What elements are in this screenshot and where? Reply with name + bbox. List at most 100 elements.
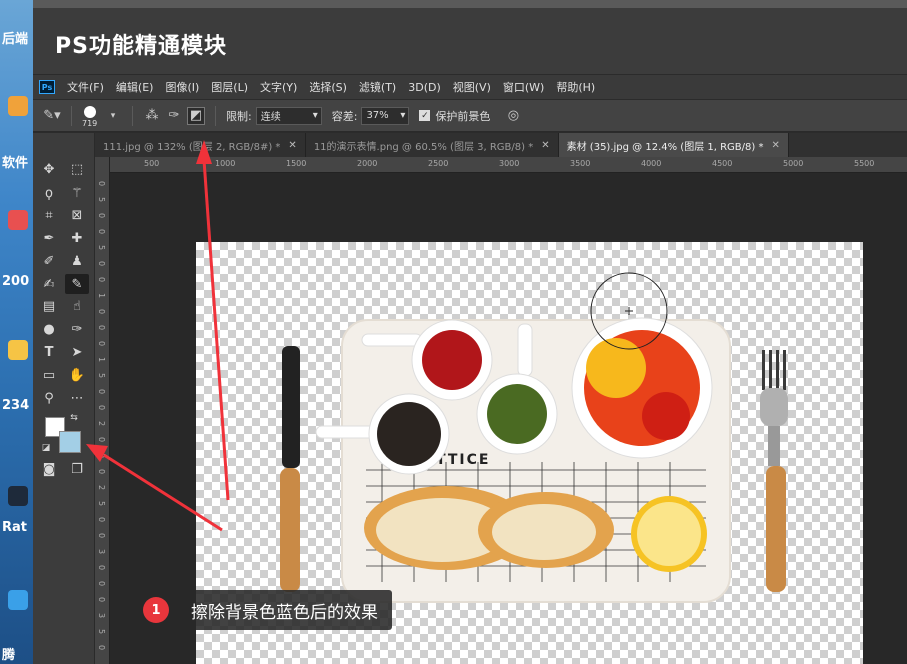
marquee-tool-icon[interactable]: ⬚ xyxy=(65,159,89,179)
annotation-text: 擦除背景色蓝色后的效果 xyxy=(177,590,392,630)
clone-stamp-tool-icon[interactable]: ♟ xyxy=(65,251,89,271)
divider xyxy=(132,105,133,126)
ketchup xyxy=(422,330,482,390)
menu-image[interactable]: 图像(I) xyxy=(165,79,199,95)
menu-layer[interactable]: 图层(L) xyxy=(211,79,248,95)
type-tool-icon[interactable]: T xyxy=(37,342,61,362)
document-tab-active[interactable]: 素材 (35).jpg @ 12.4% (图层 1, RGB/8) * ✕ xyxy=(558,133,789,157)
protect-foreground-label: 保护前景色 xyxy=(435,109,491,123)
ruler-tick-label: 0 xyxy=(97,437,106,443)
sauce-bowl-handle xyxy=(361,333,423,347)
sampling-continuous-icon[interactable]: ⁂ xyxy=(143,107,161,125)
healing-brush-tool-icon[interactable]: ✚ xyxy=(65,228,89,248)
ruler-tick-label: 5 xyxy=(97,373,106,379)
tolerance-input[interactable]: 37% ▾ xyxy=(361,106,410,125)
gradient-tool-icon[interactable]: ▤ xyxy=(37,296,61,316)
desktop-app-icon[interactable] xyxy=(8,590,28,610)
desktop-app-icon[interactable] xyxy=(8,340,28,360)
desktop-app-icon[interactable] xyxy=(8,96,28,116)
tolerance-label: 容差: xyxy=(331,109,358,123)
bread-crumb xyxy=(492,504,596,560)
swap-colors-icon[interactable]: ⇆ xyxy=(67,411,81,425)
history-brush-tool-icon[interactable]: ✍ xyxy=(37,274,61,294)
rectangle-tool-icon[interactable]: ▭ xyxy=(37,365,61,385)
hand-tool-icon[interactable]: ✋ xyxy=(65,365,89,385)
herbs xyxy=(487,384,547,444)
magic-wand-tool-icon[interactable]: ⚚ xyxy=(65,183,89,203)
background-eraser-tool-icon[interactable]: ✎ xyxy=(65,274,89,294)
screen: 后端 软件 200 234 Rat 腾 PS功能精通模块 Ps 文件(F) 编辑… xyxy=(0,0,907,664)
ruler-tick-label: 0 xyxy=(97,181,106,187)
pen-tool-icon[interactable]: ✑ xyxy=(65,319,89,339)
ruler-tick-label: 0 xyxy=(97,469,106,475)
desktop-app-icon[interactable] xyxy=(8,210,28,230)
ruler-tick-label: 1000 xyxy=(215,159,236,168)
brush-preset-picker[interactable]: 719 xyxy=(80,104,102,128)
ruler-tick-label: 5500 xyxy=(854,159,875,168)
document-tab[interactable]: 111.jpg @ 132% (图层 2, RGB/8#) * ✕ xyxy=(95,133,306,157)
ruler-tick-label: 2 xyxy=(97,421,106,427)
desktop-label: 软件 xyxy=(2,156,29,171)
screen-mode-icon[interactable]: ❐ xyxy=(65,459,89,479)
move-tool-icon[interactable]: ✥ xyxy=(37,159,61,179)
desktop-label: 200 xyxy=(2,274,30,289)
fork-neck xyxy=(760,388,788,426)
ruler-tick-label: 3000 xyxy=(499,159,520,168)
lasso-tool-icon[interactable]: ϙ xyxy=(37,183,61,203)
protect-foreground-checkbox[interactable]: ✓ xyxy=(419,110,431,121)
photoshop-logo-icon[interactable]: Ps xyxy=(39,80,55,94)
sampling-once-icon[interactable]: ✑ xyxy=(165,107,183,125)
menu-select[interactable]: 选择(S) xyxy=(309,79,347,95)
ruler-tick-label: 5 xyxy=(97,245,106,251)
menu-window[interactable]: 窗口(W) xyxy=(503,79,544,95)
frame-tool-icon[interactable]: ⊠ xyxy=(65,205,89,225)
more-tools-icon[interactable]: ⋯ xyxy=(65,388,89,408)
smudge-tool-icon[interactable]: ☝ xyxy=(65,296,89,316)
desktop-app-icon[interactable] xyxy=(8,486,28,506)
menu-type[interactable]: 文字(Y) xyxy=(260,79,297,95)
ruler-tick-label: 0 xyxy=(97,389,106,395)
tray-text: TTICE xyxy=(436,452,490,468)
quick-mask-icon[interactable]: ◙ xyxy=(37,459,61,479)
tool-preset-icon[interactable]: ✎▾ xyxy=(43,107,61,125)
menu-edit[interactable]: 编辑(E) xyxy=(116,79,154,95)
brush-tool-icon[interactable]: ✐ xyxy=(37,251,61,271)
ruler-tick-label: 4000 xyxy=(641,159,662,168)
close-icon[interactable]: ✕ xyxy=(288,140,296,151)
menu-3d[interactable]: 3D(D) xyxy=(408,81,441,94)
horizontal-ruler[interactable]: 500 1000 1500 2000 2500 3000 3500 4000 4500 5000 5… xyxy=(110,157,907,173)
sampling-swatch-icon[interactable]: ◩ xyxy=(187,106,205,125)
menu-view[interactable]: 视图(V) xyxy=(453,79,491,95)
desktop-strip: 后端 软件 200 234 Rat 腾 xyxy=(0,0,33,664)
dodge-tool-icon[interactable]: ● xyxy=(37,319,61,339)
close-icon[interactable]: ✕ xyxy=(771,140,779,151)
desktop-label: 腾 xyxy=(2,648,16,663)
eyedropper-tool-icon[interactable]: ✒ xyxy=(37,228,61,248)
chevron-down-icon[interactable]: ▾ xyxy=(104,107,122,125)
banner-title: PS功能精通模块 xyxy=(55,34,227,59)
annotation-callout: 1 擦除背景色蓝色后的效果 xyxy=(143,590,392,630)
ruler-tick-label: 0 xyxy=(97,277,106,283)
step-number-badge: 1 xyxy=(143,597,169,623)
path-selection-tool-icon[interactable]: ➤ xyxy=(65,342,89,362)
close-icon[interactable]: ✕ xyxy=(541,140,549,151)
zoom-tool-icon[interactable]: ⚲ xyxy=(37,388,61,408)
default-colors-icon[interactable]: ◪ xyxy=(39,441,53,455)
vertical-ruler[interactable]: 0 5 0 0 5 0 0 1 0 0 0 1 5 0 0 2 0 0 0 2 5 0 0 3 0 0 0 3 5 0 xyxy=(95,157,110,664)
background-color-swatch[interactable] xyxy=(59,431,81,453)
ruler-tick-label: 4500 xyxy=(712,159,733,168)
menu-file[interactable]: 文件(F) xyxy=(67,79,104,95)
pressure-size-icon[interactable]: ◎ xyxy=(504,107,522,125)
limits-select[interactable]: 连续 ▾ xyxy=(255,106,322,125)
ruler-tick-label: 0 xyxy=(97,405,106,411)
ruler-tick-label: 0 xyxy=(97,309,106,315)
menu-filter[interactable]: 滤镜(T) xyxy=(359,79,396,95)
desktop-label: Rat xyxy=(2,520,27,535)
ruler-tick-label: 2000 xyxy=(357,159,378,168)
ruler-tick-label: 0 xyxy=(97,325,106,331)
ruler-tick-label: 0 xyxy=(97,213,106,219)
document-tab[interactable]: 11的演示表情.png @ 60.5% (图层 3, RGB/8) * ✕ xyxy=(306,133,559,157)
knife-blade xyxy=(282,346,300,468)
menu-help[interactable]: 帮助(H) xyxy=(556,79,595,95)
crop-tool-icon[interactable]: ⌗ xyxy=(37,205,61,225)
